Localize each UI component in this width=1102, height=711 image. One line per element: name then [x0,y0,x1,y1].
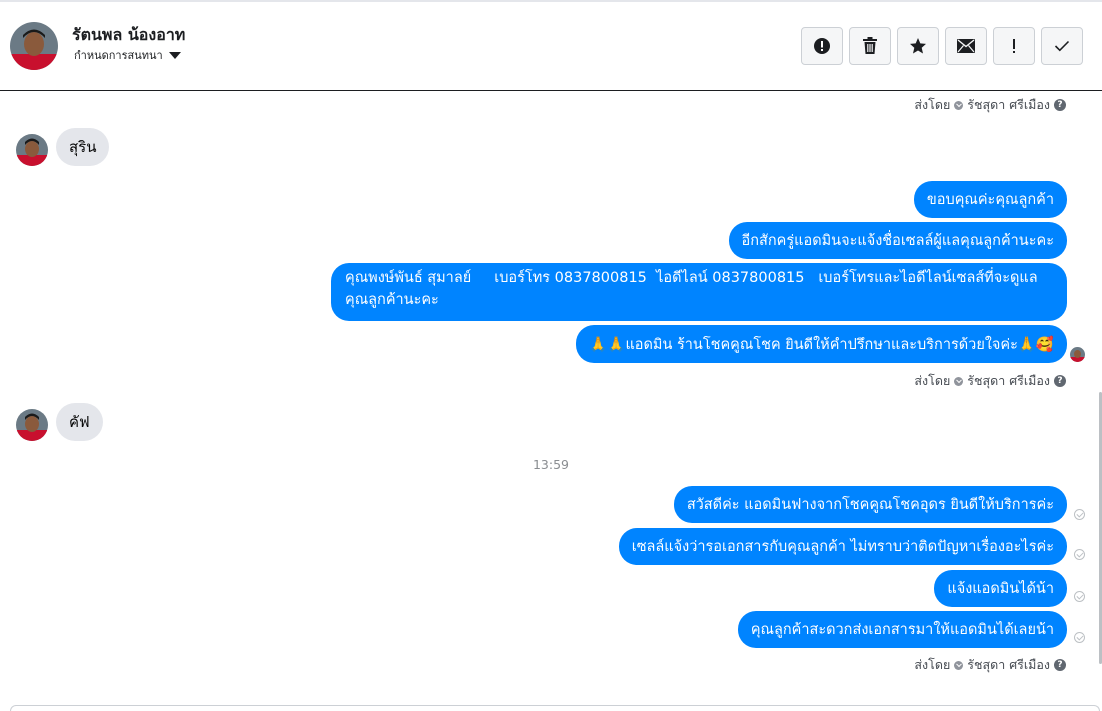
help-icon[interactable]: ? [1054,375,1066,387]
star-button[interactable] [897,27,939,65]
outgoing-message[interactable]: คุณพงษ์พันธ์ สุมาลย์ เบอร์โทร 0837800815… [331,263,1067,321]
action-toolbar [801,27,1083,65]
contact-avatar-small[interactable] [16,134,48,166]
message-line: คุณพงษ์พันธ์ สุมาลย์ เบอร์โทร 0837800815… [345,270,1038,286]
exclamation-icon [1013,39,1015,53]
star-icon [910,38,926,54]
trash-icon [863,37,877,54]
outgoing-message[interactable]: ขอบคุณค่ะคุณลูกค้า [913,181,1067,218]
outgoing-message[interactable]: สวัสดีค่ะ แอดมินฟางจากโชคคูณโชคอุดร ยินด… [673,486,1067,523]
outgoing-message[interactable]: อีกสักครู่แอดมินจะแจ้งชื่อเซลล์ผู้แลคุณล… [728,222,1067,259]
seen-by-avatar [1070,347,1085,362]
delivered-check-icon [1074,591,1085,602]
sent-by-line: ส่งโดย รัชสุดา ศรีเมือง ? [914,371,1066,391]
verified-dot-icon [954,100,964,110]
assign-conversation-dropdown[interactable]: กำหนดการสนทนา [74,46,181,64]
verified-dot-icon [954,660,964,670]
incoming-message[interactable]: คัฟ [56,403,103,441]
caret-down-icon [168,51,181,59]
sent-by-label: ส่งโดย [914,97,951,112]
sender-name[interactable]: รัชสุดา ศรีเมือง [967,655,1050,675]
mark-unread-button[interactable] [945,27,987,65]
outgoing-message[interactable]: เซลล์แจ้งว่ารอเอกสารกับคุณลูกค้า ไม่ทราบ… [618,528,1067,565]
assign-label: กำหนดการสนทนา [74,49,163,62]
message-timestamp: 13:59 [532,457,570,472]
contact-avatar[interactable] [10,22,58,70]
contact-name[interactable]: รัตนพล น้องอาท [72,23,185,48]
outgoing-message[interactable]: แจ้งแอดมินได้น้า [934,570,1067,607]
sender-name[interactable]: รัชสุดา ศรีเมือง [967,95,1050,115]
sent-by-label: ส่งโดย [914,657,951,672]
delivered-check-icon [1074,549,1085,560]
outgoing-message[interactable]: คุณลูกค้าสะดวกส่งเอกสารมาให้แอดมินได้เลย… [737,611,1067,648]
delivered-check-icon [1074,632,1085,643]
help-icon[interactable]: ? [1054,659,1066,671]
incoming-message[interactable]: สุริน [56,128,110,166]
follow-up-button[interactable] [993,27,1035,65]
delivered-check-icon [1074,509,1085,520]
sent-by-line: ส่งโดย รัชสุดา ศรีเมือง ? [914,655,1066,675]
conversation-header: รัตนพล น้องอาท กำหนดการสนทนา [0,2,1102,91]
sender-name[interactable]: รัชสุดา ศรีเมือง [967,371,1050,391]
mark-spam-button[interactable] [801,27,843,65]
message-line: คุณลูกค้านะคะ [345,292,439,308]
message-thread[interactable]: ส่งโดย รัชสุดา ศรีเมือง ? สุริน ขอบคุณค่… [0,92,1102,704]
checkmark-icon [1054,40,1070,52]
verified-dot-icon [954,376,964,386]
mark-done-button[interactable] [1041,27,1083,65]
help-icon[interactable]: ? [1054,99,1066,111]
envelope-icon [957,39,975,53]
contact-avatar-small[interactable] [16,409,48,441]
outgoing-message[interactable]: 🙏🙏แอดมิน ร้านโชคคูณโชค ยินดีให้คำปรึกษาแ… [576,325,1067,363]
sent-by-line: ส่งโดย รัชสุดา ศรีเมือง ? [914,95,1066,115]
message-composer[interactable] [10,705,1100,711]
sent-by-label: ส่งโดย [914,373,951,388]
delete-button[interactable] [849,27,891,65]
alert-circle-icon [814,38,830,54]
